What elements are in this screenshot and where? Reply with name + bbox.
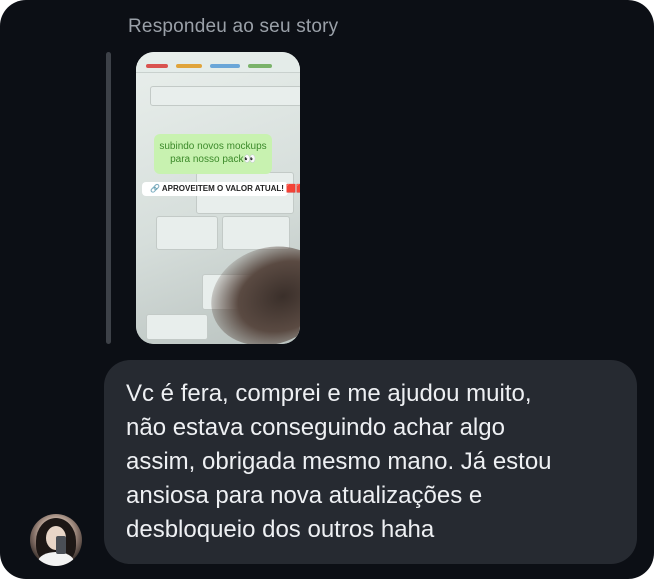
story-browser-tab — [176, 64, 202, 68]
story-card — [222, 216, 290, 250]
message-text-line: não estava conseguindo achar algo — [126, 414, 505, 441]
story-thumbnail[interactable]: subindo novos mockups para nosso pack👀 🔗… — [136, 52, 300, 344]
story-card — [146, 314, 208, 340]
message-text-line: assim, obrigada mesmo mano. Já estou — [126, 448, 552, 475]
chat-thread: Respondeu ao seu story subindo novos moc… — [0, 0, 654, 579]
story-card — [156, 216, 218, 250]
story-card — [150, 86, 300, 106]
story-browser-tab — [146, 64, 168, 68]
avatar-phone — [56, 536, 66, 554]
story-link-sticker: 🔗 APROVEITEM O VALOR ATUAL! 🟥🟥 — [142, 182, 300, 196]
message-text-line: ansiosa para nova atualizações e — [126, 482, 483, 509]
story-sticker-line: subindo novos mockups — [159, 141, 267, 152]
reply-quote-bar — [106, 52, 111, 344]
story-sticker-line: para nosso pack👀 — [170, 154, 256, 165]
story-reply-label: Respondeu ao seu story — [128, 16, 339, 37]
story-text-sticker: subindo novos mockups para nosso pack👀 — [154, 134, 272, 174]
sender-avatar[interactable] — [30, 514, 82, 566]
message-bubble[interactable]: Vc é fera, comprei e me ajudou muito, nã… — [104, 360, 637, 564]
message-text-line: desbloqueio dos outros haha — [126, 516, 435, 543]
avatar-shirt — [38, 552, 74, 566]
story-browser-tab — [210, 64, 240, 68]
message-text-line: Vc é fera, comprei e me ajudou muito, — [126, 380, 532, 407]
story-browser-tab — [248, 64, 272, 68]
